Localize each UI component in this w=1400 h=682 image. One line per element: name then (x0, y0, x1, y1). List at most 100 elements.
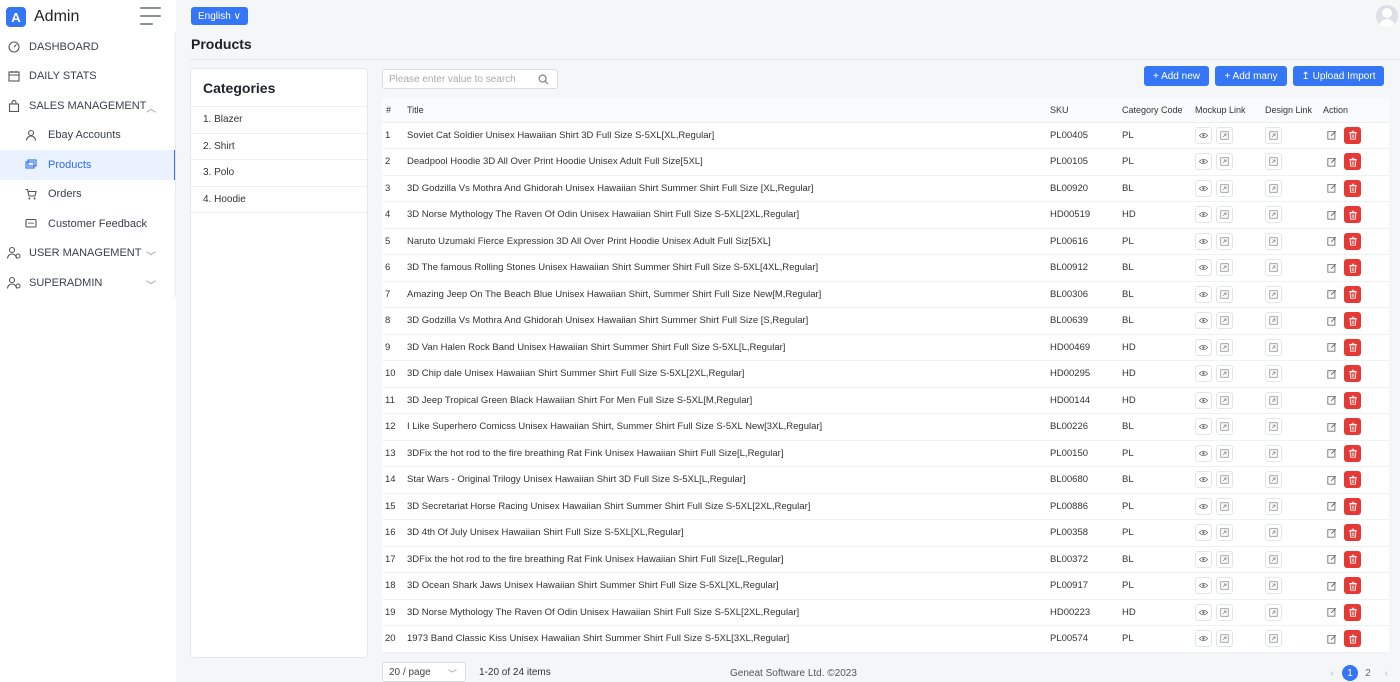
category-item-polo[interactable]: 3. Polo (191, 160, 367, 187)
open-link-icon[interactable] (1265, 444, 1282, 462)
edit-icon[interactable] (1323, 259, 1340, 276)
trash-icon[interactable] (1344, 232, 1361, 250)
edit-icon[interactable] (1323, 551, 1340, 568)
edit-icon[interactable] (1323, 180, 1340, 197)
sidebar-item-dashboard[interactable]: DASHBOARD (0, 32, 176, 62)
eye-icon[interactable] (1195, 577, 1212, 595)
open-link-icon[interactable] (1216, 179, 1233, 197)
sidebar-item-customer-feedback[interactable]: Customer Feedback (0, 209, 176, 239)
edit-icon[interactable] (1323, 604, 1340, 621)
eye-icon[interactable] (1195, 524, 1212, 542)
add-new-button[interactable]: + Add new (1144, 66, 1209, 86)
open-link-icon[interactable] (1216, 312, 1233, 330)
sidebar-item-daily-stats[interactable]: DAILY STATS (0, 62, 176, 92)
open-link-icon[interactable] (1216, 524, 1233, 542)
open-link-icon[interactable] (1265, 285, 1282, 303)
open-link-icon[interactable] (1265, 153, 1282, 171)
open-link-icon[interactable] (1265, 418, 1282, 436)
eye-icon[interactable] (1195, 418, 1212, 436)
open-link-icon[interactable] (1265, 524, 1282, 542)
sidebar-item-orders[interactable]: Orders (0, 180, 176, 210)
add-many-button[interactable]: + Add many (1215, 66, 1287, 86)
open-link-icon[interactable] (1216, 471, 1233, 489)
open-link-icon[interactable] (1265, 497, 1282, 515)
open-link-icon[interactable] (1265, 630, 1282, 648)
open-link-icon[interactable] (1265, 312, 1282, 330)
trash-icon[interactable] (1344, 524, 1361, 542)
edit-icon[interactable] (1323, 471, 1340, 488)
next-page-icon[interactable]: › (1378, 665, 1394, 681)
trash-icon[interactable] (1344, 391, 1361, 409)
open-link-icon[interactable] (1216, 365, 1233, 383)
eye-icon[interactable] (1195, 630, 1212, 648)
open-link-icon[interactable] (1216, 232, 1233, 250)
search-input[interactable] (389, 73, 529, 85)
open-link-icon[interactable] (1216, 259, 1233, 277)
open-link-icon[interactable] (1216, 603, 1233, 621)
edit-icon[interactable] (1323, 577, 1340, 594)
trash-icon[interactable] (1344, 471, 1361, 489)
eye-icon[interactable] (1195, 153, 1212, 171)
open-link-icon[interactable] (1265, 603, 1282, 621)
menu-toggle-icon[interactable] (140, 7, 161, 25)
eye-icon[interactable] (1195, 550, 1212, 568)
avatar-icon[interactable] (1376, 5, 1398, 27)
edit-icon[interactable] (1323, 630, 1340, 647)
open-link-icon[interactable] (1265, 550, 1282, 568)
edit-icon[interactable] (1323, 445, 1340, 462)
edit-icon[interactable] (1323, 418, 1340, 435)
edit-icon[interactable] (1323, 312, 1340, 329)
edit-icon[interactable] (1323, 524, 1340, 541)
open-link-icon[interactable] (1216, 577, 1233, 595)
open-link-icon[interactable] (1216, 206, 1233, 224)
eye-icon[interactable] (1195, 206, 1212, 224)
edit-icon[interactable] (1323, 392, 1340, 409)
trash-icon[interactable] (1344, 126, 1361, 144)
open-link-icon[interactable] (1265, 338, 1282, 356)
eye-icon[interactable] (1195, 338, 1212, 356)
edit-icon[interactable] (1323, 498, 1340, 515)
eye-icon[interactable] (1195, 312, 1212, 330)
sidebar-item-user-management[interactable]: USER MANAGEMENT ﹀ (0, 239, 176, 269)
eye-icon[interactable] (1195, 391, 1212, 409)
language-select[interactable]: English ∨ (191, 7, 248, 25)
open-link-icon[interactable] (1216, 418, 1233, 436)
open-link-icon[interactable] (1216, 391, 1233, 409)
eye-icon[interactable] (1195, 259, 1212, 277)
eye-icon[interactable] (1195, 179, 1212, 197)
category-item-shirt[interactable]: 2. Shirt (191, 134, 367, 160)
page-size-select[interactable]: 20 / page ﹀ (382, 662, 466, 682)
open-link-icon[interactable] (1265, 365, 1282, 383)
trash-icon[interactable] (1344, 603, 1361, 621)
eye-icon[interactable] (1195, 365, 1212, 383)
sidebar-item-ebay-accounts[interactable]: Ebay Accounts (0, 121, 176, 151)
trash-icon[interactable] (1344, 338, 1361, 356)
page-2[interactable]: 2 (1360, 665, 1376, 681)
search-icon[interactable] (538, 74, 549, 85)
sidebar-item-products[interactable]: Products (0, 150, 176, 180)
eye-icon[interactable] (1195, 285, 1212, 303)
trash-icon[interactable] (1344, 418, 1361, 436)
trash-icon[interactable] (1344, 497, 1361, 515)
trash-icon[interactable] (1344, 153, 1361, 171)
trash-icon[interactable] (1344, 259, 1361, 277)
open-link-icon[interactable] (1216, 497, 1233, 515)
trash-icon[interactable] (1344, 285, 1361, 303)
open-link-icon[interactable] (1216, 285, 1233, 303)
open-link-icon[interactable] (1216, 126, 1233, 144)
open-link-icon[interactable] (1265, 577, 1282, 595)
trash-icon[interactable] (1344, 550, 1361, 568)
sidebar-item-sales-management[interactable]: SALES MANAGEMENT ︿ (0, 91, 176, 121)
edit-icon[interactable] (1323, 365, 1340, 382)
open-link-icon[interactable] (1265, 471, 1282, 489)
edit-icon[interactable] (1323, 206, 1340, 223)
eye-icon[interactable] (1195, 603, 1212, 621)
eye-icon[interactable] (1195, 497, 1212, 515)
open-link-icon[interactable] (1265, 206, 1282, 224)
sidebar-item-superadmin[interactable]: SUPERADMIN ﹀ (0, 268, 176, 298)
open-link-icon[interactable] (1265, 126, 1282, 144)
edit-icon[interactable] (1323, 127, 1340, 144)
open-link-icon[interactable] (1265, 232, 1282, 250)
edit-icon[interactable] (1323, 339, 1340, 356)
open-link-icon[interactable] (1216, 153, 1233, 171)
